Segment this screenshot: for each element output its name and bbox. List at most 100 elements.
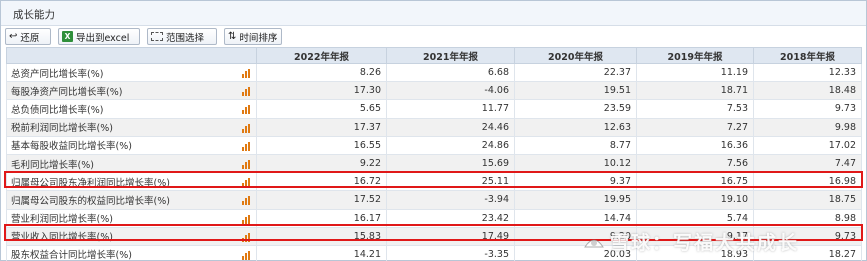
export-label: 导出到excel (76, 32, 130, 44)
value-cell: 18.48 (753, 81, 862, 101)
bar-chart-icon[interactable] (242, 105, 251, 115)
value-cell: 17.02 (753, 135, 862, 155)
row-label-cell: 营业利润同比增长率(%) (6, 208, 257, 228)
value-cell: 11.19 (636, 62, 754, 83)
column-header-2018[interactable]: 2018年年报 (753, 47, 862, 64)
table-row: 每股净资产同比增长率(%) 17.30 -4.06 19.51 18.71 18.48 (6, 81, 862, 101)
value-cell: 19.95 (514, 190, 637, 210)
row-label-cell: 股东权益合计同比增长率(%) (6, 244, 257, 261)
excel-icon: X (62, 31, 73, 42)
value-cell: 14.74 (514, 208, 637, 228)
table-row: 归属母公司股东的权益同比增长率(%) 17.52 -3.94 19.95 19.10 18… (6, 190, 862, 210)
range-select-button[interactable]: 范围选择 (147, 28, 217, 45)
bar-chart-icon[interactable] (242, 123, 251, 133)
column-header-2021[interactable]: 2021年年报 (386, 47, 515, 64)
row-label: 基本每股收益同比增长率(%) (11, 141, 132, 153)
value-cell: 10.12 (514, 153, 637, 174)
value-cell: 8.26 (256, 62, 387, 83)
value-cell: 5.65 (256, 99, 387, 119)
table-header-row: 2022年年报 2021年年报 2020年年报 2019年年报 2018年年报 (6, 47, 862, 64)
value-cell: 9.37 (514, 172, 637, 192)
table-row: 总资产同比增长率(%) 8.26 6.68 22.37 11.19 12.33 (6, 62, 862, 83)
value-cell: 7.47 (753, 153, 862, 174)
row-label: 税前利润同比增长率(%) (11, 123, 113, 135)
value-cell: 12.63 (514, 117, 637, 137)
value-cell: 16.98 (753, 172, 862, 192)
value-cell: 16.72 (256, 172, 387, 192)
bar-chart-icon[interactable] (242, 141, 251, 151)
row-label-cell: 归属母公司股东净利润同比增长率(%) (6, 172, 257, 192)
bar-chart-icon[interactable] (242, 214, 251, 224)
watermark-text: 雪球：写福大共成长 (610, 232, 800, 254)
value-cell: 19.51 (514, 81, 637, 101)
toolbar: ↩ 还原 X 导出到excel 范围选择 ⇅ 时间排序 (1, 26, 866, 47)
row-label: 归属母公司股东净利润同比增长率(%) (11, 177, 170, 189)
column-header-2019[interactable]: 2019年年报 (636, 47, 754, 64)
restore-label: 还原 (20, 32, 40, 44)
value-cell: 17.30 (256, 81, 387, 101)
row-label-cell: 基本每股收益同比增长率(%) (6, 135, 257, 155)
restore-button[interactable]: ↩ 还原 (5, 28, 51, 45)
value-cell: -3.35 (386, 244, 515, 261)
row-label: 每股净资产同比增长率(%) (11, 86, 123, 98)
export-excel-button[interactable]: X 导出到excel (58, 28, 140, 45)
row-label-cell: 税前利润同比增长率(%) (6, 117, 257, 137)
value-cell: 6.68 (386, 62, 515, 83)
column-header-2022[interactable]: 2022年年报 (256, 47, 387, 64)
value-cell: 9.73 (753, 99, 862, 119)
value-cell: 18.71 (636, 81, 754, 101)
value-cell: -4.06 (386, 81, 515, 101)
panel-title: 成长能力 (13, 9, 55, 21)
value-cell: 7.53 (636, 99, 754, 119)
range-label: 范围选择 (166, 32, 205, 44)
value-cell: 16.36 (636, 135, 754, 155)
bar-chart-icon[interactable] (242, 178, 251, 188)
value-cell: 16.55 (256, 135, 387, 155)
value-cell: 19.10 (636, 190, 754, 210)
row-label: 毛利同比增长率(%) (11, 159, 94, 171)
value-cell: 25.11 (386, 172, 515, 192)
time-sort-button[interactable]: ⇅ 时间排序 (224, 28, 282, 45)
value-cell: 16.75 (636, 172, 754, 192)
value-cell: 5.74 (636, 208, 754, 228)
row-label-cell: 归属母公司股东的权益同比增长率(%) (6, 190, 257, 210)
row-label: 总资产同比增长率(%) (11, 68, 104, 80)
table-row: 营业利润同比增长率(%) 16.17 23.42 14.74 5.74 8.98 (6, 208, 862, 228)
value-cell: 7.56 (636, 153, 754, 174)
undo-icon: ↩ (9, 30, 18, 42)
value-cell: 14.21 (256, 244, 387, 261)
row-label: 归属母公司股东的权益同比增长率(%) (11, 195, 170, 207)
value-cell: 22.37 (514, 62, 637, 83)
bar-chart-icon[interactable] (242, 196, 251, 206)
table-row: 基本每股收益同比增长率(%) 16.55 24.86 8.77 16.36 17.02 (6, 135, 862, 155)
table-row: 归属母公司股东净利润同比增长率(%) 16.72 25.11 9.37 16.75 16.… (6, 172, 862, 192)
bar-chart-icon[interactable] (242, 250, 251, 260)
value-cell: 23.42 (386, 208, 515, 228)
value-cell: 23.59 (514, 99, 637, 119)
column-header-name (6, 47, 257, 64)
value-cell: 9.98 (753, 117, 862, 137)
column-header-2020[interactable]: 2020年年报 (514, 47, 637, 64)
value-cell: 17.52 (256, 190, 387, 210)
sort-label: 时间排序 (239, 32, 278, 44)
sort-icon: ⇅ (228, 30, 237, 42)
snowball-logo-icon (584, 239, 604, 247)
bar-chart-icon[interactable] (242, 69, 251, 78)
value-cell: 12.33 (753, 62, 862, 83)
row-label: 总负债同比增长率(%) (11, 104, 104, 116)
panel-header: 成长能力 (1, 1, 866, 26)
bar-chart-icon[interactable] (242, 159, 251, 169)
value-cell: -3.94 (386, 190, 515, 210)
value-cell: 7.27 (636, 117, 754, 137)
bar-chart-icon[interactable] (242, 232, 251, 242)
value-cell: 8.77 (514, 135, 637, 155)
bar-chart-icon[interactable] (242, 87, 251, 97)
value-cell: 24.46 (386, 117, 515, 137)
table-row: 毛利同比增长率(%) 9.22 15.69 10.12 7.56 7.47 (6, 153, 862, 174)
row-label: 营业收入同比增长率(%) (11, 232, 113, 244)
value-cell: 24.86 (386, 135, 515, 155)
value-cell: 11.77 (386, 99, 515, 119)
table-row: 税前利润同比增长率(%) 17.37 24.46 12.63 7.27 9.98 (6, 117, 862, 137)
range-select-icon (151, 32, 163, 41)
table-row: 总负债同比增长率(%) 5.65 11.77 23.59 7.53 9.73 (6, 99, 862, 119)
